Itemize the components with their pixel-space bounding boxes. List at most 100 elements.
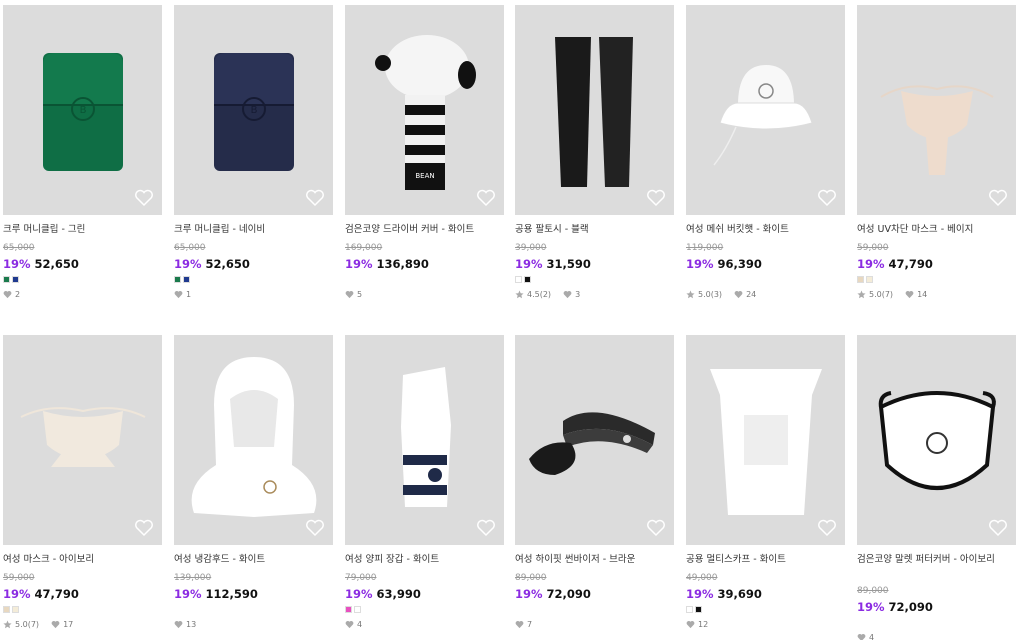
product-card[interactable]: BEAN 검은코양 드라이버 커버 - 화이트 169,000 19% 136,8… (345, 5, 504, 299)
original-price: 39,000 (515, 243, 547, 253)
heart-icon[interactable] (134, 519, 154, 537)
discount-rate: 19% (345, 587, 373, 601)
color-swatches (3, 276, 162, 284)
color-swatch[interactable] (857, 276, 864, 283)
product-card[interactable]: 여성 하이핏 썬바이저 - 브라운 89,000 19% 72,090 7 (515, 335, 674, 629)
product-thumbnail[interactable]: B (174, 5, 333, 215)
product-card[interactable]: 여성 냉감후드 - 화이트 139,000 19% 112,590 13 (174, 335, 333, 629)
product-name[interactable]: 검은코양 말렛 퍼터커버 - 아이보리 (857, 553, 1016, 580)
heart-filled-icon (3, 290, 12, 298)
product-thumbnail[interactable] (686, 5, 845, 215)
heart-filled-icon (174, 620, 183, 628)
product-name[interactable]: 여성 냉감후드 - 화이트 (174, 553, 333, 567)
product-thumbnail[interactable] (515, 335, 674, 545)
product-name[interactable]: 여성 마스크 - 아이보리 (3, 553, 162, 567)
color-swatch[interactable] (524, 276, 531, 283)
product-name[interactable]: 여성 UV차단 마스크 - 베이지 (857, 223, 1016, 237)
likes-count: 5 (357, 289, 363, 299)
product-name[interactable]: 크루 머니클립 - 그린 (3, 223, 162, 237)
heart-icon[interactable] (476, 189, 496, 207)
price-value: 52,650 (34, 257, 79, 271)
product-name[interactable]: 여성 하이핏 썬바이저 - 브라운 (515, 553, 674, 567)
heart-icon[interactable] (646, 519, 666, 537)
product-thumbnail[interactable] (857, 5, 1016, 215)
multi-scarf-image (710, 369, 822, 515)
color-swatch[interactable] (174, 276, 181, 283)
heart-icon[interactable] (817, 519, 837, 537)
price-value: 72,090 (546, 587, 591, 601)
product-card[interactable]: 여성 마스크 - 아이보리 59,000 19% 47,790 5.0(7) 17 (3, 335, 162, 629)
product-card[interactable]: 공용 멀티스카프 - 화이트 49,000 19% 39,690 12 (686, 335, 845, 629)
product-card[interactable]: B 크루 머니클립 - 네이비 65,000 19% 52,650 1 (174, 5, 333, 299)
product-thumbnail[interactable] (515, 5, 674, 215)
product-thumbnail[interactable]: B (3, 5, 162, 215)
rating-text: 5.0(7) (869, 289, 894, 299)
product-name[interactable]: 공용 팔토시 - 블랙 (515, 223, 674, 237)
likes-count: 2 (15, 289, 21, 299)
price-value: 136,890 (376, 257, 429, 271)
heart-icon[interactable] (305, 519, 325, 537)
product-meta: 5.0(7) 14 (857, 289, 1016, 299)
price-value: 63,990 (376, 587, 421, 601)
color-swatch[interactable] (695, 606, 702, 613)
heart-filled-icon (563, 290, 572, 298)
discount-rate: 19% (686, 257, 714, 271)
sale-price: 19% 72,090 (857, 600, 1016, 614)
color-swatch[interactable] (12, 276, 19, 283)
product-card[interactable]: 여성 양피 장갑 - 화이트 79,000 19% 63,990 4 (345, 335, 504, 629)
color-swatch[interactable] (686, 606, 693, 613)
rating-text: 5.0(3) (698, 289, 723, 299)
product-card[interactable]: 공용 팔토시 - 블랙 39,000 19% 31,590 4.5(2) 3 (515, 5, 674, 299)
heart-icon[interactable] (817, 189, 837, 207)
product-name[interactable]: 크루 머니클립 - 네이비 (174, 223, 333, 237)
heart-icon[interactable] (134, 189, 154, 207)
heart-icon[interactable] (646, 189, 666, 207)
product-name[interactable]: 여성 메쉬 버킷햇 - 화이트 (686, 223, 845, 237)
product-thumbnail[interactable] (345, 335, 504, 545)
discount-rate: 19% (174, 587, 202, 601)
money-clip-green-image: B (43, 53, 123, 171)
color-swatch[interactable] (183, 276, 190, 283)
price-value: 52,650 (205, 257, 250, 271)
color-swatch[interactable] (354, 606, 361, 613)
heart-icon[interactable] (988, 519, 1008, 537)
product-name[interactable]: 공용 멀티스카프 - 화이트 (686, 553, 845, 567)
color-swatch[interactable] (3, 606, 10, 613)
color-swatch[interactable] (3, 276, 10, 283)
discount-rate: 19% (3, 587, 31, 601)
product-meta: 4 (857, 632, 1016, 640)
product-card[interactable]: B 크루 머니클립 - 그린 65,000 19% 52,650 2 (3, 5, 162, 299)
color-swatches (174, 276, 333, 284)
rating-text: 4.5(2) (527, 289, 552, 299)
heart-icon[interactable] (305, 189, 325, 207)
price-value: 96,390 (717, 257, 762, 271)
mask-ivory-image (20, 407, 146, 467)
color-swatch[interactable] (12, 606, 19, 613)
product-thumbnail[interactable] (857, 335, 1016, 545)
product-thumbnail[interactable] (3, 335, 162, 545)
product-thumbnail[interactable] (174, 335, 333, 545)
product-card[interactable]: 여성 UV차단 마스크 - 베이지 59,000 19% 47,790 5.0(7… (857, 5, 1016, 299)
putter-cover-image (878, 391, 996, 490)
color-swatch[interactable] (345, 606, 352, 613)
color-swatch[interactable] (515, 276, 522, 283)
product-name[interactable]: 검은코양 드라이버 커버 - 화이트 (345, 223, 504, 237)
product-thumbnail[interactable]: BEAN (345, 5, 504, 215)
product-thumbnail[interactable] (686, 335, 845, 545)
heart-icon[interactable] (476, 519, 496, 537)
color-swatches (686, 606, 845, 614)
heart-filled-icon (686, 620, 695, 628)
likes-count: 17 (63, 619, 74, 629)
original-price: 169,000 (345, 243, 383, 253)
likes-count: 12 (698, 619, 709, 629)
sale-price: 19% 52,650 (3, 257, 162, 271)
discount-rate: 19% (3, 257, 31, 271)
heart-icon[interactable] (988, 189, 1008, 207)
heart-filled-icon (734, 290, 743, 298)
heart-filled-icon (345, 290, 354, 298)
product-name[interactable]: 여성 양피 장갑 - 화이트 (345, 553, 504, 567)
sale-price: 19% 39,690 (686, 587, 845, 601)
color-swatch[interactable] (866, 276, 873, 283)
product-card[interactable]: 여성 메쉬 버킷햇 - 화이트 119,000 19% 96,390 5.0(3)… (686, 5, 845, 299)
product-card[interactable]: 검은코양 말렛 퍼터커버 - 아이보리 89,000 19% 72,090 4 (857, 335, 1016, 640)
